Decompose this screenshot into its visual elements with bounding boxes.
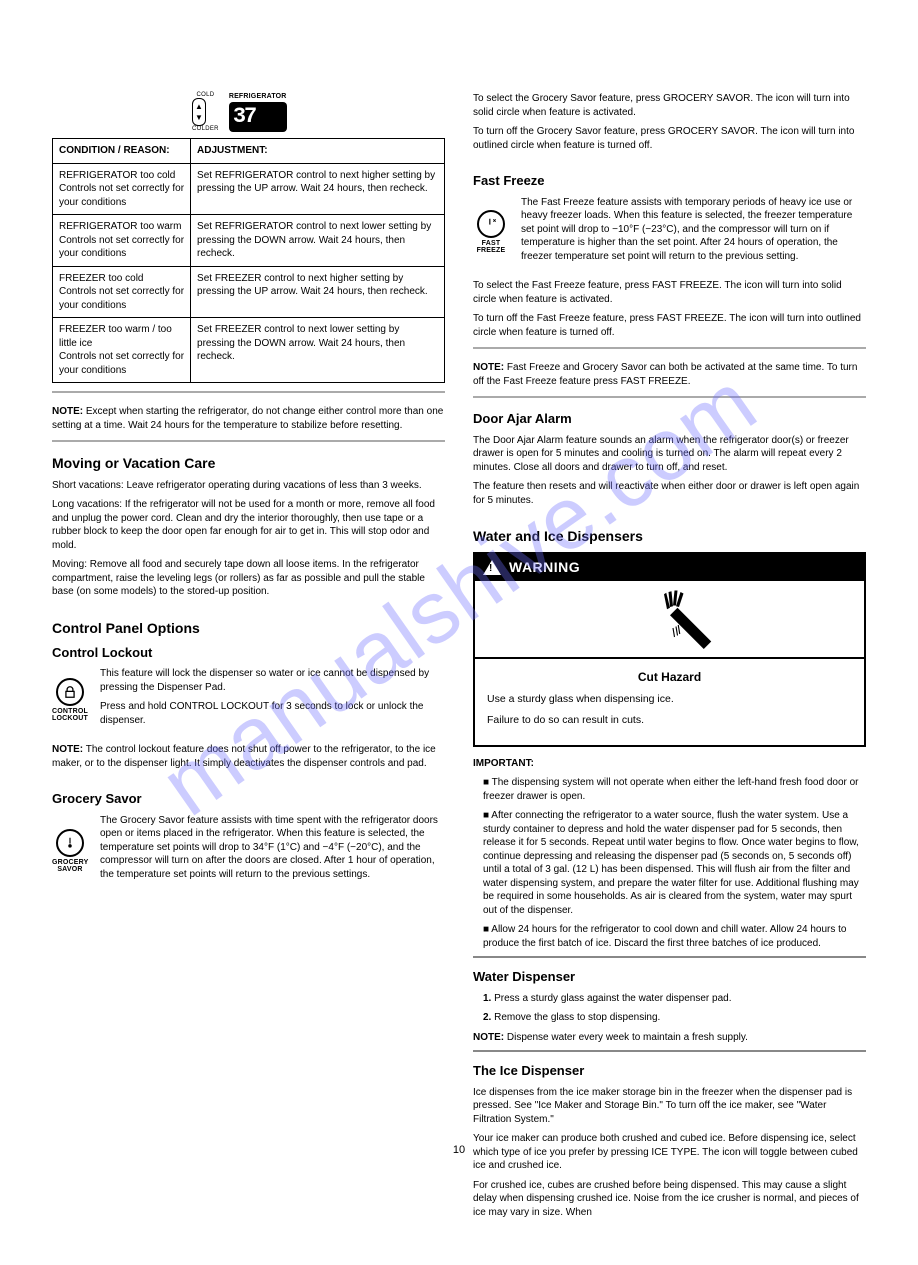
dispensers-title: Water and Ice Dispensers xyxy=(473,527,866,546)
page: COLD ▲ ▼ COLDER REFRIGERATOR 37 CONDITIO… xyxy=(0,0,918,1265)
cell: Set REFRIGERATOR control to next lower s… xyxy=(191,215,445,267)
divider xyxy=(473,1050,866,1052)
warning-label: WARNING xyxy=(509,558,580,577)
warning-header: WARNING xyxy=(475,554,864,581)
refrigerator-label: REFRIGERATOR xyxy=(229,92,287,101)
up-arrow-icon[interactable]: ▲ xyxy=(195,103,203,111)
lockout-subtitle: Control Lockout xyxy=(52,644,445,662)
ice-dispenser-title: The Ice Dispenser xyxy=(473,1062,866,1080)
fast-freeze-icon: FAST FREEZE xyxy=(473,210,509,254)
warning-graphic xyxy=(475,581,864,659)
divider xyxy=(52,440,445,442)
important-p2: ■ After connecting the refrigerator to a… xyxy=(483,809,866,917)
down-arrow-icon[interactable]: ▼ xyxy=(195,114,203,122)
vacation-p3: Moving: Remove all food and securely tap… xyxy=(52,558,445,599)
cold-label: COLD xyxy=(192,92,219,98)
water-dispenser-title: Water Dispenser xyxy=(473,968,866,986)
id-p2: Your ice maker can produce both crushed … xyxy=(473,1132,866,1173)
fastfreeze-title: Fast Freeze xyxy=(473,172,866,190)
alarm-p2: The feature then resets and will reactiv… xyxy=(473,480,866,507)
ff-off: To turn off the Fast Freeze feature, pre… xyxy=(473,312,866,339)
important-p1: ■ The dispensing system will not operate… xyxy=(483,776,866,803)
gs-on: To select the Grocery Savor feature, pre… xyxy=(473,92,866,119)
id-p1: Ice dispenses from the ice maker storage… xyxy=(473,1086,866,1127)
ff-on: To select the Fast Freeze feature, press… xyxy=(473,279,866,306)
lock-icon: CONTROL LOCKOUT xyxy=(52,678,88,722)
warning-body: Cut Hazard Use a sturdy glass when dispe… xyxy=(475,659,864,745)
thermometer-icon: GROCERY SAVOR xyxy=(52,829,88,873)
arrow-buttons[interactable]: ▲ ▼ xyxy=(192,98,206,126)
cell: Set FREEZER control to next lower settin… xyxy=(191,318,445,383)
cell: FREEZER too cold Controls not set correc… xyxy=(53,266,191,318)
thermometer-glyph-icon xyxy=(63,836,77,850)
note-temp: NOTE: Except when starting the refrigera… xyxy=(52,405,445,432)
temperature-display: 37 xyxy=(229,102,287,132)
table-row: REFRIGERATOR too warm Controls not set c… xyxy=(53,215,445,267)
vacation-p2: Long vacations: If the refrigerator will… xyxy=(52,498,445,552)
cell: FREEZER too warm / too little ice Contro… xyxy=(53,318,191,383)
padlock-icon xyxy=(63,685,77,699)
warn-line-2: Failure to do so can result in cuts. xyxy=(487,713,852,728)
cut-hazard-heading: Cut Hazard xyxy=(487,669,852,686)
savor-icon-block: GROCERY SAVOR The Grocery Savor feature … xyxy=(52,814,445,888)
vacation-title: Moving or Vacation Care xyxy=(52,454,445,473)
alarm-p1: The Door Ajar Alarm feature sounds an al… xyxy=(473,434,866,475)
vacation-p1: Short vacations: Leave refrigerator oper… xyxy=(52,479,445,493)
warning-box: WARNING Cut Hazard Use a sturdy glass wh… xyxy=(473,552,866,747)
wd-note: NOTE: Dispense water every week to maint… xyxy=(473,1031,866,1045)
control-panel-options-title: Control Panel Options xyxy=(52,619,445,638)
divider xyxy=(473,396,866,398)
wd-step-2: 2. Remove the glass to stop dispensing. xyxy=(483,1011,866,1025)
lockout-icon-block: CONTROL LOCKOUT This feature will lock t… xyxy=(52,667,445,733)
important-heading: IMPORTANT: xyxy=(473,757,866,771)
table-row: FREEZER too warm / too little ice Contro… xyxy=(53,318,445,383)
ff-note: NOTE: Fast Freeze and Grocery Savor can … xyxy=(473,361,866,388)
savor-subtitle: Grocery Savor xyxy=(52,790,445,808)
lockout-p1: This feature will lock the dispenser so … xyxy=(100,667,445,694)
warn-line-1: Use a sturdy glass when dispensing ice. xyxy=(487,692,852,707)
divider xyxy=(473,956,866,958)
th-condition: CONDITION / REASON: xyxy=(53,139,191,164)
gs-off: To turn off the Grocery Savor feature, p… xyxy=(473,125,866,152)
snowflake-thermo-icon xyxy=(484,217,498,231)
th-adjustment: ADJUSTMENT: xyxy=(191,139,445,164)
lockout-p2: Press and hold CONTROL LOCKOUT for 3 sec… xyxy=(100,700,445,727)
savor-p: The Grocery Savor feature assists with t… xyxy=(100,814,445,882)
table-row: REFRIGERATOR too cold Controls not set c… xyxy=(53,163,445,215)
lockout-note: NOTE: The control lockout feature does n… xyxy=(52,743,445,770)
colder-label: COLDER xyxy=(192,126,219,132)
cell: Set REFRIGERATOR control to next higher … xyxy=(191,163,445,215)
cell: REFRIGERATOR too warm Controls not set c… xyxy=(53,215,191,267)
alarm-title: Door Ajar Alarm xyxy=(473,410,866,428)
ff-p: The Fast Freeze feature assists with tem… xyxy=(521,196,866,264)
fastfreeze-icon-block: FAST FREEZE The Fast Freeze feature assi… xyxy=(473,196,866,270)
temperature-panel: COLD ▲ ▼ COLDER REFRIGERATOR 37 xyxy=(192,92,445,132)
arrow-column: COLD ▲ ▼ COLDER xyxy=(192,92,219,132)
id-p3: For crushed ice, cubes are crushed befor… xyxy=(473,1179,866,1220)
cut-hand-icon xyxy=(625,589,715,649)
important-p3: ■ Allow 24 hours for the refrigerator to… xyxy=(483,923,866,950)
cell: Set FREEZER control to next higher setti… xyxy=(191,266,445,318)
warning-triangle-icon xyxy=(483,560,501,575)
table-row: FREEZER too cold Controls not set correc… xyxy=(53,266,445,318)
divider xyxy=(52,391,445,393)
condition-table: CONDITION / REASON: ADJUSTMENT: REFRIGER… xyxy=(52,138,445,383)
panel-right: REFRIGERATOR 37 xyxy=(229,92,287,131)
right-column: To select the Grocery Savor feature, pre… xyxy=(473,92,866,1225)
divider xyxy=(473,347,866,349)
cell: REFRIGERATOR too cold Controls not set c… xyxy=(53,163,191,215)
page-number: 10 xyxy=(453,1143,465,1158)
left-column: COLD ▲ ▼ COLDER REFRIGERATOR 37 CONDITIO… xyxy=(52,92,445,1225)
wd-step-1: 1. Press a sturdy glass against the wate… xyxy=(483,992,866,1006)
